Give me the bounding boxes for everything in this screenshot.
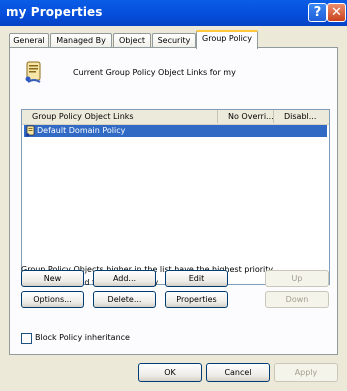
gpo-icon — [25, 125, 35, 137]
group-policy-panel: Current Group Policy Object Links for my… — [9, 47, 338, 355]
column-header-gpo-links[interactable]: Group Policy Object Links — [22, 110, 218, 123]
cancel-button[interactable]: Cancel — [206, 363, 270, 382]
title-bar: my Properties ? ✕ — [0, 0, 347, 26]
list-header: Group Policy Object Links No Overri... D… — [22, 110, 329, 125]
column-header-disabled[interactable]: Disabl... — [274, 110, 329, 123]
down-button[interactable]: Down — [265, 291, 329, 308]
tab-group-policy[interactable]: Group Policy — [196, 30, 258, 49]
block-inheritance-checkbox[interactable] — [21, 333, 32, 344]
properties-button[interactable]: Properties — [165, 291, 228, 308]
add-button[interactable]: Add... — [93, 270, 156, 287]
block-inheritance-label[interactable]: Block Policy inheritance — [35, 333, 130, 342]
tab-general[interactable]: General — [9, 33, 49, 48]
group-policy-scroll-icon — [25, 61, 41, 83]
list-item[interactable]: Default Domain Policy — [24, 125, 327, 137]
close-button[interactable]: ✕ — [327, 3, 346, 22]
window-title: my Properties — [6, 5, 103, 19]
new-button[interactable]: New — [21, 270, 84, 287]
up-button[interactable]: Up — [265, 270, 329, 287]
help-button[interactable]: ? — [308, 3, 327, 22]
current-links-label: Current Group Policy Object Links for my — [73, 68, 236, 77]
apply-button[interactable]: Apply — [274, 363, 338, 382]
options-button[interactable]: Options... — [21, 291, 84, 308]
column-header-no-override[interactable]: No Overri... — [218, 110, 274, 123]
tab-managed-by[interactable]: Managed By — [50, 33, 112, 48]
gpo-links-list[interactable]: Group Policy Object Links No Overri... D… — [21, 109, 330, 285]
delete-button[interactable]: Delete... — [93, 291, 156, 308]
tab-security[interactable]: Security — [152, 33, 196, 48]
edit-button[interactable]: Edit — [165, 270, 228, 287]
gpo-name: Default Domain Policy — [37, 126, 126, 135]
ok-button[interactable]: OK — [138, 363, 202, 382]
tab-object[interactable]: Object — [113, 33, 151, 48]
